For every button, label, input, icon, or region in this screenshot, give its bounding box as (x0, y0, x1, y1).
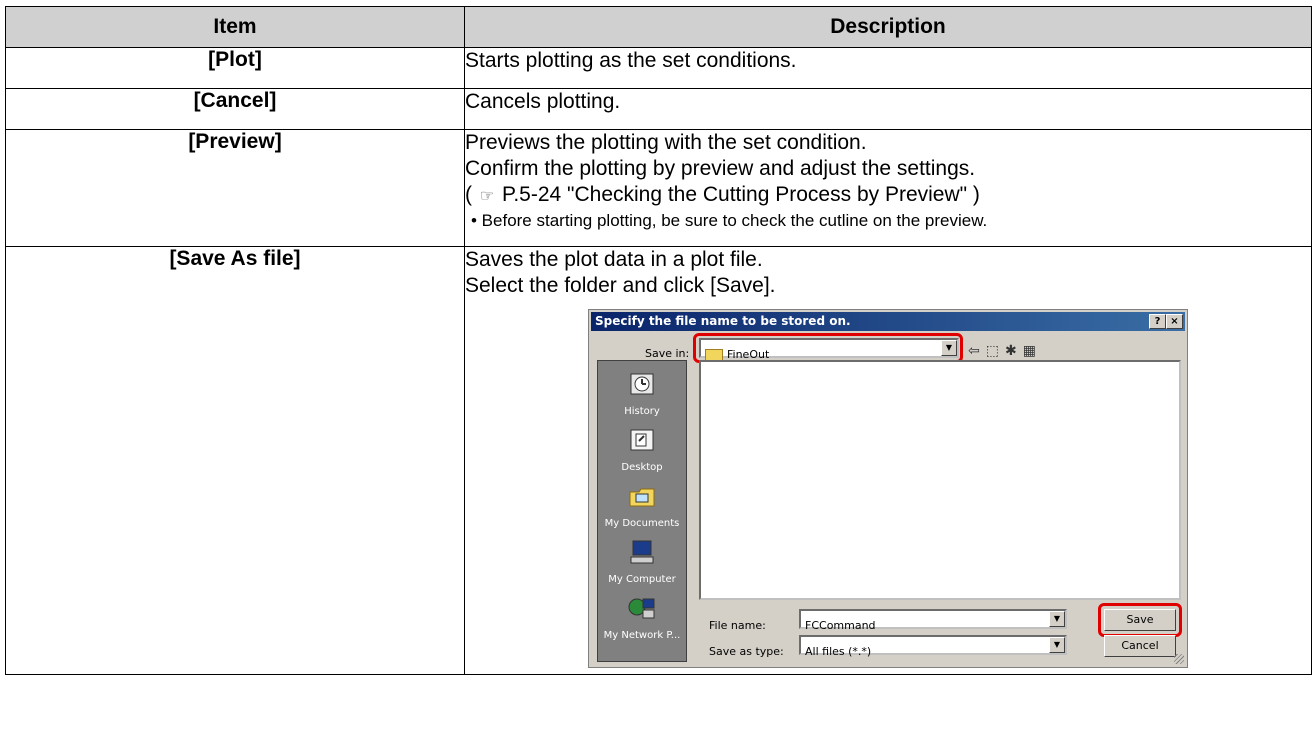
view-menu-icon[interactable]: ▦ (1023, 343, 1042, 359)
reference-text: P.5-24 "Checking the Cutting Process by … (502, 183, 980, 206)
preview-note: • Before starting plotting, be sure to c… (471, 211, 988, 230)
save-dialog: Specify the file name to be stored on. ?… (588, 309, 1188, 668)
dialog-title: Specify the file name to be stored on. (595, 314, 851, 328)
save-as-type-label: Save as type: (709, 645, 784, 658)
places-bar: History Desktop My Documents My Computer (597, 360, 687, 662)
close-button[interactable]: × (1166, 314, 1183, 329)
resize-grip[interactable] (1174, 654, 1184, 664)
item-save-as-file: [Save As file] (5, 246, 465, 675)
desc-line: Previews the plotting with the set condi… (465, 131, 867, 154)
documents-folder-icon (629, 488, 655, 507)
history-icon (630, 373, 654, 395)
desc-cancel: Cancels plotting. (464, 88, 1312, 130)
chevron-down-icon[interactable]: ▼ (1049, 637, 1065, 653)
up-folder-icon[interactable]: ⬚ (986, 343, 1005, 359)
cancel-button[interactable]: Cancel (1104, 635, 1176, 657)
desc-preview: Previews the plotting with the set condi… (464, 129, 1312, 247)
desc-plot: Starts plotting as the set conditions. (464, 47, 1312, 89)
back-icon[interactable]: ⇦ (968, 343, 986, 359)
item-preview: [Preview] (5, 129, 465, 247)
save-button-highlight (1098, 603, 1182, 637)
place-history[interactable]: History (598, 371, 686, 425)
chevron-down-icon[interactable]: ▼ (1049, 611, 1065, 627)
description-table: Item Description [Plot] Starts plotting … (5, 6, 1312, 675)
computer-icon (630, 540, 654, 564)
reference-link[interactable]: ( ☞ P.5-24 "Checking the Cutting Process… (465, 182, 1311, 210)
file-name-label: File name: (709, 619, 766, 632)
desc-line: Starts plotting as the set conditions. (465, 49, 797, 72)
place-my-network[interactable]: My Network P... (598, 595, 686, 649)
file-list[interactable] (699, 360, 1181, 600)
header-description: Description (464, 6, 1312, 48)
network-icon (628, 598, 655, 619)
save-in-highlight (693, 333, 963, 363)
desc-line: Saves the plot data in a plot file. (465, 248, 763, 271)
header-item: Item (5, 6, 465, 48)
help-button[interactable]: ? (1149, 314, 1166, 329)
item-plot: [Plot] (5, 47, 465, 89)
dialog-titlebar: Specify the file name to be stored on. ?… (591, 312, 1185, 331)
item-cancel: [Cancel] (5, 88, 465, 130)
desktop-icon (630, 429, 654, 451)
place-my-documents[interactable]: My Documents (598, 483, 686, 537)
place-my-computer[interactable]: My Computer (598, 539, 686, 593)
desc-line: Select the folder and click [Save]. (465, 274, 776, 297)
desc-save-as-file: Saves the plot data in a plot file. Sele… (464, 246, 1312, 675)
place-desktop[interactable]: Desktop (598, 427, 686, 481)
new-folder-icon[interactable]: ✱ (1005, 343, 1023, 359)
file-name-input[interactable]: FCCommand ▼ (799, 609, 1067, 632)
hand-pointer-icon: ☞ (479, 188, 495, 205)
desc-line: Confirm the plotting by preview and adju… (465, 157, 976, 180)
save-as-type-dropdown[interactable]: All files (*.*) ▼ (799, 635, 1067, 658)
desc-line: Cancels plotting. (465, 90, 621, 113)
